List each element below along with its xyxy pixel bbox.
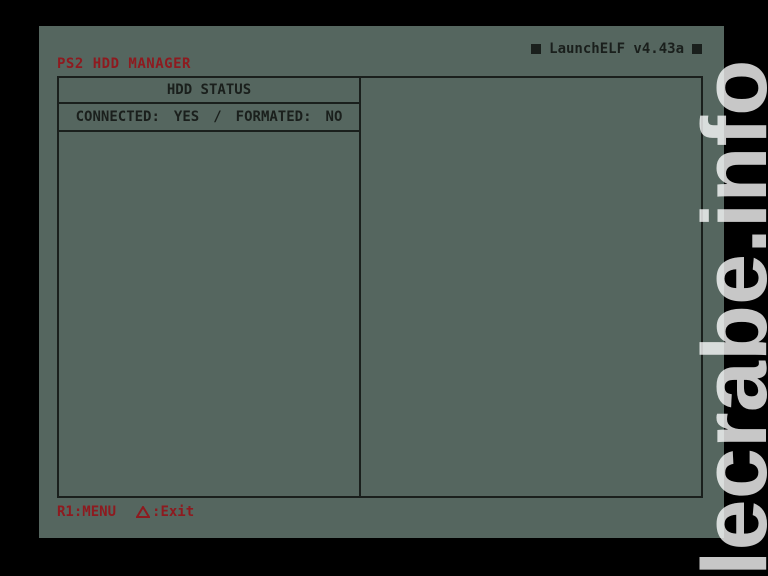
watermark: lecrabe.info	[683, 0, 768, 576]
watermark-text: lecrabe.info	[684, 59, 768, 576]
connected-value: YES	[173, 109, 200, 125]
menu-hint[interactable]: R1:MENU	[57, 504, 116, 520]
partition-info-pane	[361, 78, 701, 496]
controls-footer: R1:MENU :Exit	[57, 504, 194, 520]
launchelf-screen: PS2 HDD MANAGER LaunchELF v4.43a HDD STA…	[39, 26, 724, 538]
main-frame: HDD STATUS CONNECTED: YES / FORMATED: NO	[57, 76, 703, 498]
app-title: PS2 HDD MANAGER	[57, 56, 191, 72]
version-badge: LaunchELF v4.43a	[531, 40, 702, 58]
square-bullet-icon	[531, 44, 542, 54]
exit-hint[interactable]: :Exit	[136, 504, 194, 520]
status-separator: /	[213, 109, 222, 125]
formatted-value: NO	[325, 109, 343, 125]
version-label: LaunchELF v4.43a	[549, 41, 684, 57]
partition-list-pane[interactable]	[59, 132, 359, 496]
formatted-label: FORMATED:	[235, 109, 312, 125]
exit-hint-label: :Exit	[152, 504, 195, 520]
triangle-icon	[136, 506, 151, 518]
connected-label: CONNECTED:	[75, 109, 160, 125]
hdd-status-row: CONNECTED: YES / FORMATED: NO	[59, 104, 359, 132]
hdd-status-header: HDD STATUS	[59, 78, 359, 104]
